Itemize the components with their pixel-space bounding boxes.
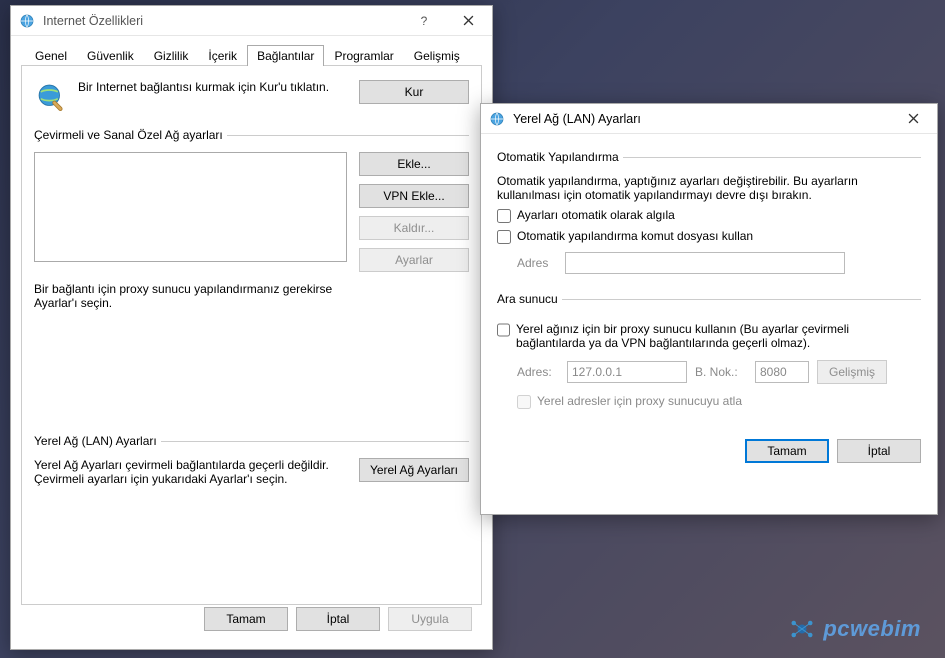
lan-note: Yerel Ağ Ayarları çevirmeli bağlantılard…: [34, 458, 347, 486]
content-area: Genel Güvenlik Gizlilik İçerik Bağlantıl…: [11, 36, 492, 647]
proxy-legend: Ara sunucu: [497, 292, 562, 306]
auto-config-note: Otomatik yapılandırma, yaptığınız ayarla…: [497, 174, 921, 202]
lan-settings-button[interactable]: Yerel Ağ Ayarları: [359, 458, 469, 482]
use-proxy-label: Yerel ağınız için bir proxy sunucu kulla…: [516, 322, 921, 350]
globe-wand-icon: [34, 80, 68, 114]
proxy-advanced-button[interactable]: Gelişmiş: [817, 360, 887, 384]
internet-options-window: Internet Özellikleri ? Genel Güvenlik Gi…: [10, 5, 493, 650]
internet-options-icon: [19, 12, 37, 30]
proxy-address-input[interactable]: [567, 361, 687, 383]
lan-fieldset: Yerel Ağ (LAN) Ayarları Yerel Ağ Ayarlar…: [34, 434, 469, 486]
lan-legend: Yerel Ağ (LAN) Ayarları: [34, 434, 161, 448]
auto-script-checkbox[interactable]: [497, 230, 511, 244]
dialup-legend: Çevirmeli ve Sanal Özel Ağ ayarları: [34, 128, 227, 142]
ok-button[interactable]: Tamam: [204, 607, 288, 631]
tabstrip: Genel Güvenlik Gizlilik İçerik Bağlantıl…: [21, 42, 482, 65]
setup-row: Bir Internet bağlantısı kurmak için Kur'…: [34, 80, 469, 114]
proxy-port-input[interactable]: [755, 361, 809, 383]
tab-programs[interactable]: Programlar: [324, 45, 403, 66]
bypass-local-label: Yerel adresler için proxy sunucuyu atla: [537, 394, 742, 408]
dialup-listbox[interactable]: [34, 152, 347, 262]
auto-script-label: Otomatik yapılandırma komut dosyası kull…: [517, 229, 753, 243]
lan-titlebar: Yerel Ağ (LAN) Ayarları: [481, 104, 937, 134]
lan-close-button[interactable]: [891, 105, 935, 133]
lan-window-title: Yerel Ağ (LAN) Ayarları: [513, 112, 891, 126]
lan-ok-button[interactable]: Tamam: [745, 439, 829, 463]
dialog-footer: Tamam İptal Uygula: [11, 607, 472, 631]
use-proxy-checkbox[interactable]: [497, 323, 510, 337]
watermark-text: pcwebim: [823, 616, 921, 642]
add-button[interactable]: Ekle...: [359, 152, 469, 176]
auto-detect-checkbox[interactable]: [497, 209, 511, 223]
lan-content: Otomatik Yapılandırma Otomatik yapılandı…: [481, 134, 937, 477]
settings-button[interactable]: Ayarlar: [359, 248, 469, 272]
tab-panel-connections: Bir Internet bağlantısı kurmak için Kur'…: [21, 65, 482, 605]
lan-cancel-button[interactable]: İptal: [837, 439, 921, 463]
dialup-fieldset: Çevirmeli ve Sanal Özel Ağ ayarları Ekle…: [34, 128, 469, 310]
apply-button[interactable]: Uygula: [388, 607, 472, 631]
tab-security[interactable]: Güvenlik: [77, 45, 144, 66]
titlebar: Internet Özellikleri ?: [11, 6, 492, 36]
tab-privacy[interactable]: Gizlilik: [144, 45, 199, 66]
bypass-local-checkbox[interactable]: [517, 395, 531, 409]
tab-general[interactable]: Genel: [25, 45, 77, 66]
close-button[interactable]: [446, 7, 490, 35]
proxy-address-label: Adres:: [517, 365, 559, 379]
script-address-label: Adres: [517, 256, 559, 270]
lan-icon: [489, 110, 507, 128]
proxy-note: Bir bağlantı için proxy sunucu yapılandı…: [34, 282, 334, 310]
auto-config-legend: Otomatik Yapılandırma: [497, 150, 623, 164]
setup-button[interactable]: Kur: [359, 80, 469, 104]
lan-settings-window: Yerel Ağ (LAN) Ayarları Otomatik Yapılan…: [480, 103, 938, 515]
tab-content[interactable]: İçerik: [198, 45, 247, 66]
tab-connections[interactable]: Bağlantılar: [247, 45, 324, 66]
cancel-button[interactable]: İptal: [296, 607, 380, 631]
watermark: pcwebim: [787, 614, 921, 644]
tab-advanced[interactable]: Gelişmiş: [404, 45, 470, 66]
auto-detect-label: Ayarları otomatik olarak algıla: [517, 208, 675, 222]
proxy-port-label: B. Nok.:: [695, 365, 747, 379]
setup-text: Bir Internet bağlantısı kurmak için Kur'…: [78, 80, 349, 94]
script-address-input[interactable]: [565, 252, 845, 274]
remove-button[interactable]: Kaldır...: [359, 216, 469, 240]
window-title: Internet Özellikleri: [43, 14, 402, 28]
proxy-fieldset: Ara sunucu Yerel ağınız için bir proxy s…: [497, 292, 921, 421]
auto-config-fieldset: Otomatik Yapılandırma Otomatik yapılandı…: [497, 150, 921, 286]
help-button[interactable]: ?: [402, 7, 446, 35]
vpn-add-button[interactable]: VPN Ekle...: [359, 184, 469, 208]
